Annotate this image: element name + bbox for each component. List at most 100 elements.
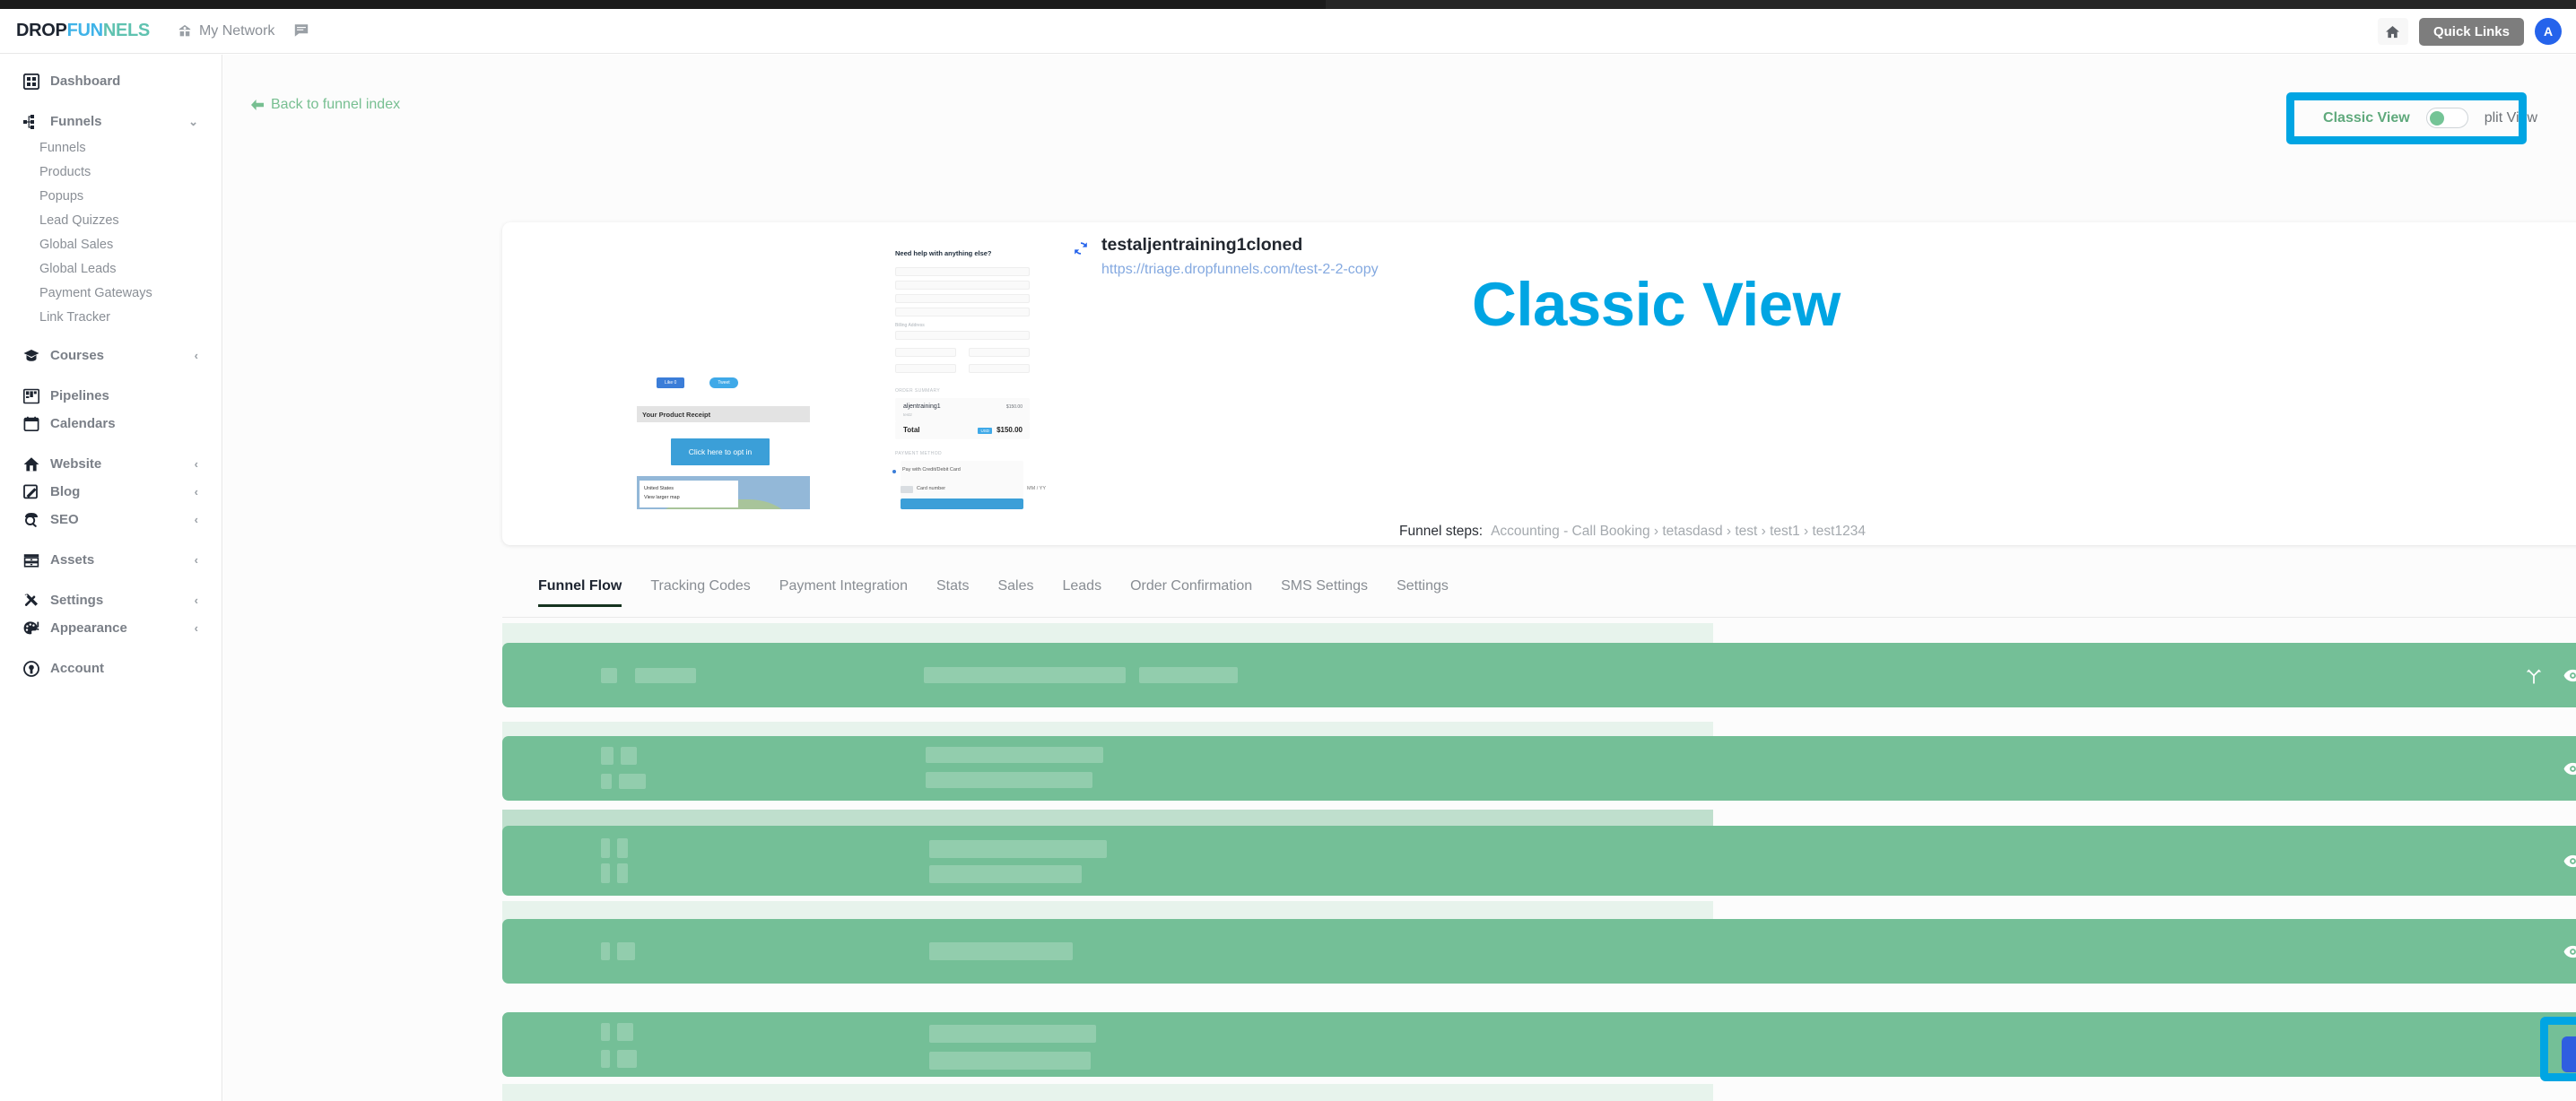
eye-icon[interactable] — [2563, 944, 2576, 958]
network-icon — [178, 24, 191, 36]
eye-icon[interactable] — [2563, 668, 2576, 682]
add-new-step-button[interactable]: Add New Step — [2562, 1036, 2576, 1072]
row-redaction-block — [601, 747, 614, 765]
blog-pencil-icon — [23, 483, 38, 498]
tab-payment-integration[interactable]: Payment Integration — [765, 575, 922, 607]
sidebar-item-label: Dashboard — [50, 74, 121, 89]
funnel-step-row[interactable] — [502, 643, 2576, 707]
sidebar-subitem-global-leads[interactable]: Global Leads — [0, 256, 222, 281]
graduation-cap-icon — [23, 349, 39, 361]
chevron-down-icon[interactable]: ⌄ — [188, 116, 198, 127]
sidebar-item-appearance[interactable]: Appearance ‹ — [0, 614, 222, 642]
sidebar-subitem-payment-gateways[interactable]: Payment Gateways — [0, 281, 222, 305]
main-content: Back to funnel index Classic View plit V… — [223, 55, 2576, 1101]
thumbnail-field-address — [895, 331, 1030, 340]
thumbnail-order-summary-label: ORDER SUMMARY — [895, 388, 941, 394]
sidebar-subitem-popups[interactable]: Popups — [0, 184, 222, 208]
sidebar-item-label: Account — [50, 661, 104, 676]
tab-stats[interactable]: Stats — [922, 575, 983, 607]
sidebar-subitem-link-tracker[interactable]: Link Tracker — [0, 305, 222, 329]
eye-icon[interactable] — [2563, 761, 2576, 776]
funnel-url-link[interactable]: https://triage.dropfunnels.com/test-2-2-… — [1101, 262, 1379, 278]
user-avatar[interactable]: A — [2535, 18, 2562, 45]
funnel-thumbnail-preview[interactable]: Like 0 Tweet Your Product Receipt Click … — [502, 222, 1063, 509]
chevron-left-icon[interactable]: ‹ — [195, 554, 198, 566]
funnel-header-card: Like 0 Tweet Your Product Receipt Click … — [502, 222, 2576, 545]
tab-sms-settings[interactable]: SMS Settings — [1266, 575, 1382, 607]
arrow-left-icon — [251, 100, 264, 110]
sidebar-item-website[interactable]: Website ‹ — [0, 450, 222, 478]
sidebar-item-settings[interactable]: Settings ‹ — [0, 586, 222, 614]
chevron-left-icon[interactable]: ‹ — [195, 514, 198, 525]
thumbnail-card-number-label: Card number — [917, 486, 946, 491]
refresh-icon[interactable] — [1073, 240, 1089, 256]
view-mode-switch[interactable] — [2425, 108, 2468, 128]
sidebar-item-label: Settings — [50, 593, 104, 608]
funnel-step-row-actions — [2525, 666, 2576, 685]
sidebar-item-dashboard[interactable]: Dashboard — [0, 67, 222, 95]
my-network-link[interactable]: My Network — [177, 23, 309, 39]
chevron-left-icon[interactable]: ‹ — [195, 458, 198, 470]
thumbnail-field-email — [895, 294, 1030, 303]
tab-leads[interactable]: Leads — [1048, 575, 1116, 607]
sidebar-subitem-label: Lead Quizzes — [39, 212, 119, 228]
classic-view-overlay-text: Classic View — [1472, 270, 1841, 339]
tab-funnel-flow[interactable]: Funnel Flow — [502, 575, 636, 607]
tab-tracking-codes[interactable]: Tracking Codes — [636, 575, 764, 607]
sidebar-item-calendars[interactable]: Calendars — [0, 410, 222, 438]
logo-part-fun: FUN — [66, 21, 104, 40]
thumbnail-order-item-amount: $150.00 — [1005, 404, 1023, 410]
thumbnail-payment-option: Pay with Credit/Debit Card — [902, 467, 961, 472]
sidebar-item-courses[interactable]: Courses ‹ — [0, 342, 222, 369]
pipelines-icon — [23, 388, 39, 403]
row-redaction-block — [601, 1050, 610, 1068]
thumbnail-receipt-heading: Your Product Receipt — [637, 406, 810, 422]
sidebar-subitem-products[interactable]: Products — [0, 160, 222, 184]
sidebar-subitem-label: Global Sales — [39, 237, 114, 252]
funnel-step-row[interactable] — [502, 826, 2576, 896]
sidebar-item-label: Website — [50, 456, 102, 472]
row-redaction-block — [601, 942, 610, 960]
eye-icon[interactable] — [2563, 854, 2576, 868]
row-redaction-block — [926, 772, 1092, 788]
funnel-title: testaljentraining1cloned — [1101, 235, 1303, 255]
sidebar-subitem-funnels[interactable]: Funnels — [0, 135, 222, 160]
funnel-step-row[interactable] — [502, 919, 2576, 984]
funnel-step-row[interactable] — [502, 1012, 2576, 1077]
tab-sales[interactable]: Sales — [983, 575, 1048, 607]
chevron-left-icon[interactable]: ‹ — [195, 594, 198, 606]
sidebar-item-seo[interactable]: SEO ‹ — [0, 506, 222, 533]
chevron-left-icon[interactable]: ‹ — [195, 350, 198, 361]
sidebar-subitem-global-sales[interactable]: Global Sales — [0, 232, 222, 256]
funnel-step-row[interactable] — [502, 736, 2576, 801]
quick-links-button[interactable]: Quick Links — [2418, 17, 2524, 46]
split-view-label[interactable]: plit View — [2485, 110, 2537, 126]
sidebar-item-label: SEO — [50, 512, 79, 527]
thumbnail-total-amount: $150.00 — [996, 426, 1023, 434]
dropfunnels-logo[interactable]: DROP FUN NELS — [16, 21, 150, 41]
back-link-label: Back to funnel index — [271, 97, 401, 112]
chevron-left-icon[interactable]: ‹ — [195, 486, 198, 498]
sidebar-item-pipelines[interactable]: Pipelines — [0, 382, 222, 410]
home-button[interactable] — [2377, 18, 2408, 45]
tab-order-confirmation[interactable]: Order Confirmation — [1116, 575, 1266, 607]
row-redaction-block — [601, 838, 610, 858]
funnel-steps-breadcrumb: Funnel steps: Accounting - Call Booking … — [502, 518, 2576, 545]
thumbnail-order-item-name: aljentraining1 — [903, 403, 941, 410]
sidebar-subitem-label: Link Tracker — [39, 309, 110, 325]
chevron-left-icon[interactable]: ‹ — [195, 622, 198, 634]
back-to-funnel-index-link[interactable]: Back to funnel index — [250, 97, 400, 113]
sidebar-item-assets[interactable]: Assets ‹ — [0, 546, 222, 574]
chat-icon[interactable] — [293, 23, 309, 39]
sidebar-subitem-lead-quizzes[interactable]: Lead Quizzes — [0, 208, 222, 232]
tab-settings[interactable]: Settings — [1382, 575, 1463, 607]
thumbnail-payment-method-label: PAYMENT METHOD — [895, 451, 942, 456]
thumbnail-checkout-heading: Need help with anything else? — [895, 249, 992, 257]
sidebar-item-blog[interactable]: Blog ‹ — [0, 478, 222, 506]
row-redaction-block — [1139, 667, 1238, 683]
split-test-icon[interactable] — [2525, 666, 2543, 685]
sidebar-item-funnels[interactable]: Funnels ⌄ — [0, 108, 222, 135]
sidebar-item-account[interactable]: Account — [0, 655, 222, 682]
switch-knob — [2429, 110, 2444, 126]
home-icon — [2386, 25, 2400, 38]
